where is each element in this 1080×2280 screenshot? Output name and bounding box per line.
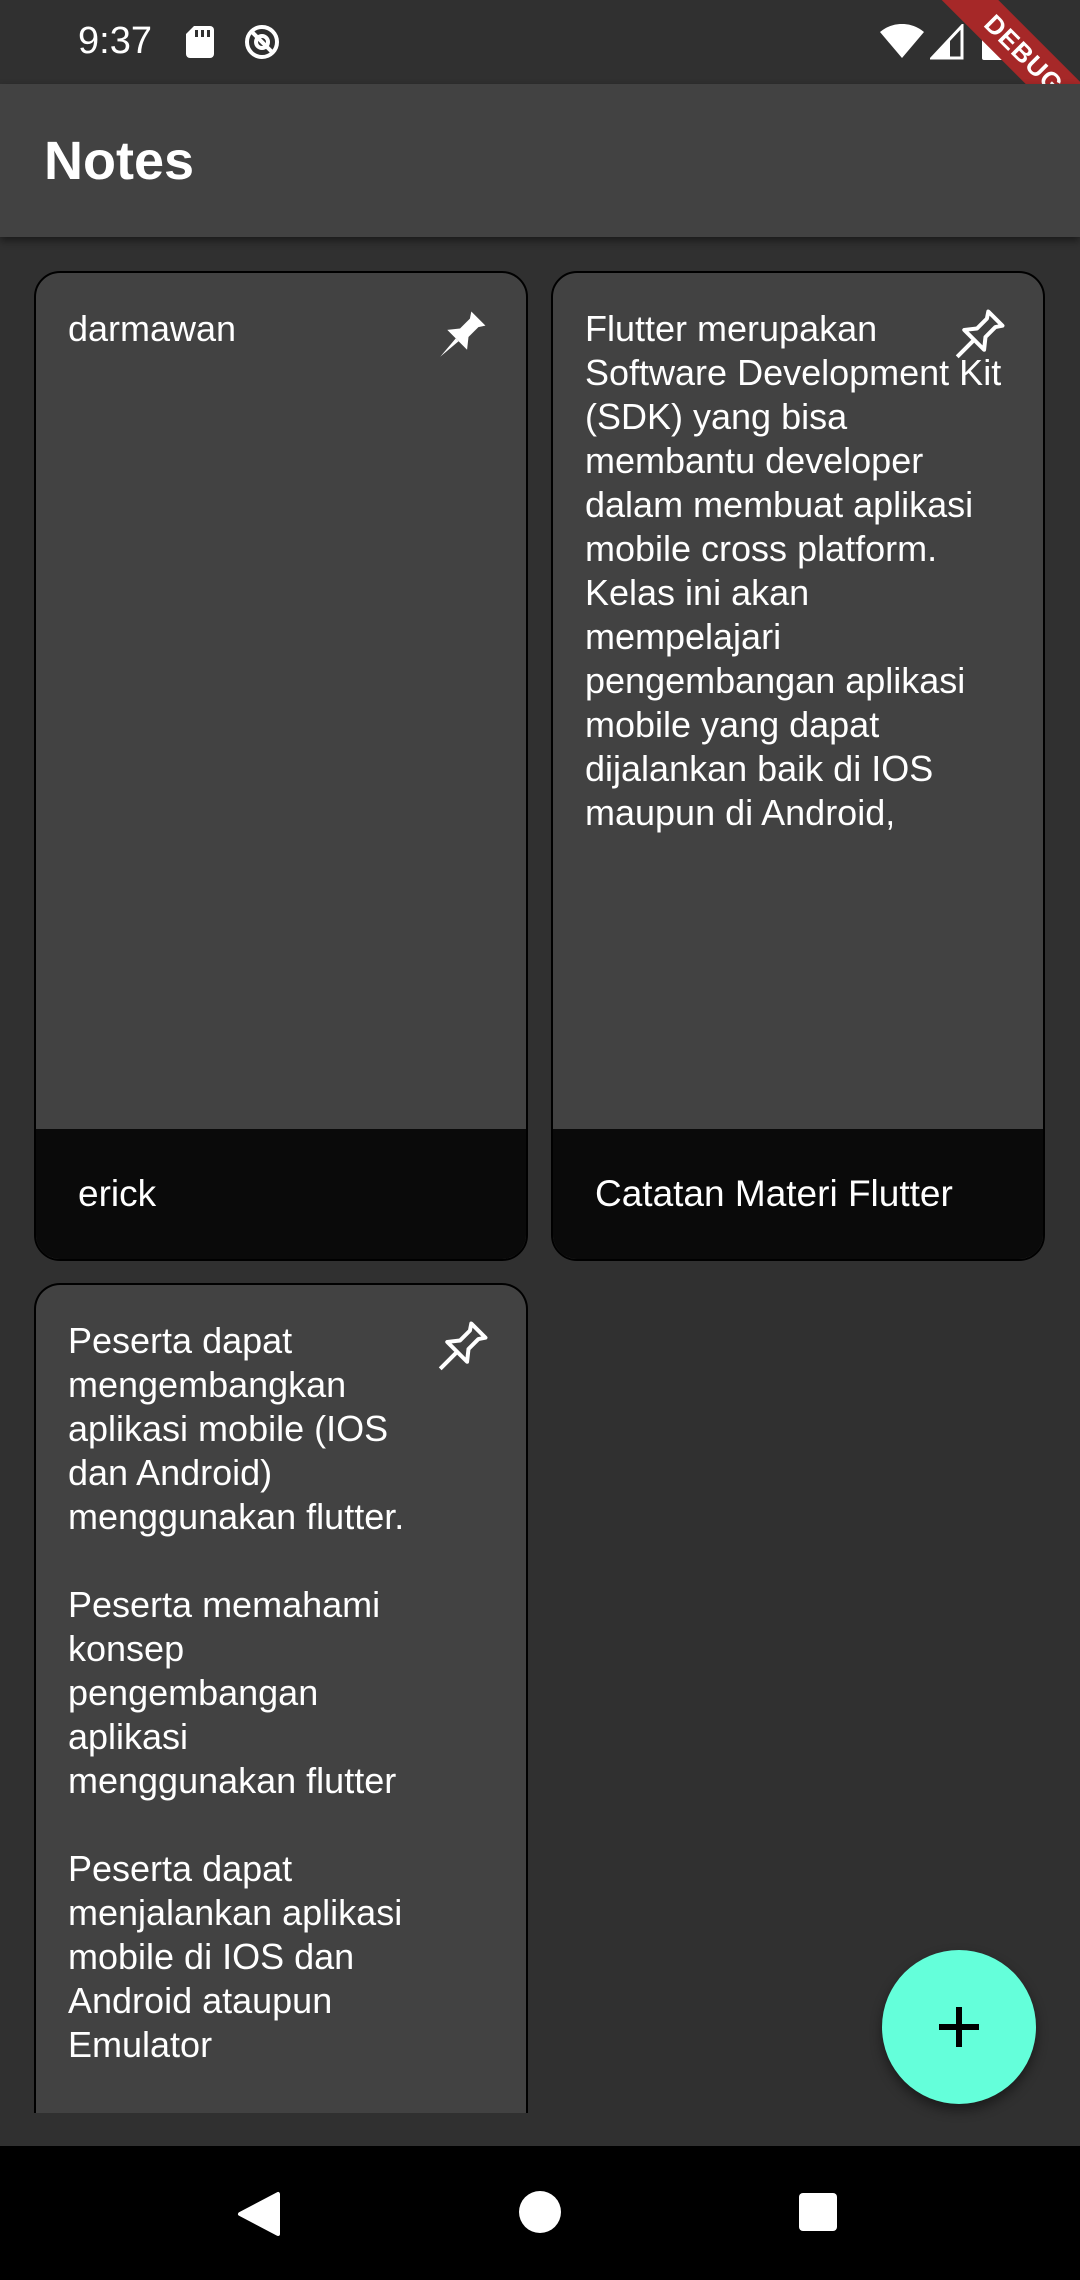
wifi-icon xyxy=(880,24,924,58)
battery-icon xyxy=(982,20,1004,60)
app-bar: Notes xyxy=(0,84,1080,237)
signal-icon xyxy=(930,24,964,60)
note-title: Catatan Materi Flutter xyxy=(595,1173,953,1214)
add-icon xyxy=(939,2007,979,2047)
note-card[interactable]: Flutter merupakan Software Development K… xyxy=(551,271,1045,1261)
note-footer: Catatan Materi Flutter xyxy=(553,1129,1043,1259)
recent-apps-icon[interactable] xyxy=(798,2192,838,2232)
home-icon[interactable] xyxy=(518,2190,562,2234)
note-footer: erick xyxy=(36,1129,526,1259)
page-title: Notes xyxy=(44,131,195,191)
note-body: Flutter merupakan Software Development K… xyxy=(585,308,1012,833)
note-card[interactable]: Peserta dapat mengembangkan aplikasi mob… xyxy=(34,1283,528,2113)
pin-filled-icon[interactable] xyxy=(428,305,492,369)
note-body: darmawan xyxy=(68,308,237,349)
do-not-disturb-icon xyxy=(245,25,279,59)
back-icon[interactable] xyxy=(236,2190,282,2238)
status-time: 9:37 xyxy=(78,20,152,62)
sd-card-icon xyxy=(186,26,214,58)
add-note-button[interactable] xyxy=(882,1950,1036,2104)
pin-outline-icon[interactable] xyxy=(945,305,1009,369)
note-title: erick xyxy=(78,1173,157,1214)
notes-grid: darmawan erick Flutter merupakan Softwar… xyxy=(0,237,1080,2113)
system-nav-bar xyxy=(0,2146,1080,2280)
status-bar: 9:37 xyxy=(0,0,1080,84)
note-body: Peserta dapat mengembangkan aplikasi mob… xyxy=(68,1320,405,2113)
note-card[interactable]: darmawan erick xyxy=(34,271,528,1261)
pin-outline-icon[interactable] xyxy=(428,1317,492,1381)
